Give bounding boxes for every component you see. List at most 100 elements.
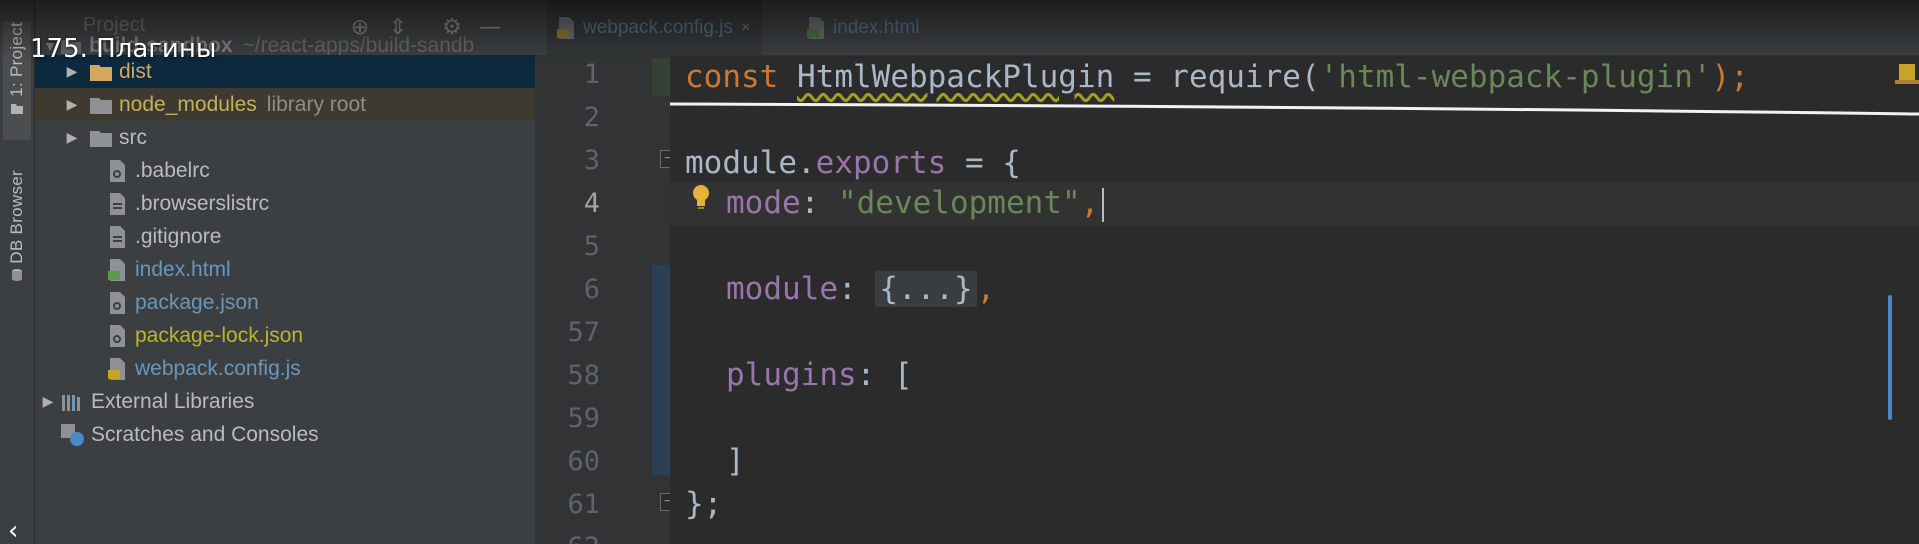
json-file-icon (105, 324, 129, 348)
line-number: 60 (567, 446, 600, 477)
line-number: 5 (583, 231, 600, 262)
expand-arrow-icon[interactable]: ▶ (39, 393, 57, 410)
js-file-icon (557, 16, 574, 39)
property-token: mode (726, 185, 801, 221)
db-browser-tool-tab[interactable]: DB Browser (3, 170, 31, 310)
project-panel: Project ⊕ ⇕ ⚙ — ▼ build-sandbox ~/react-… (35, 0, 535, 544)
code-line-1: const HtmlWebpackPlugin = require('html-… (685, 56, 1749, 99)
function-token: require (1170, 59, 1301, 95)
vcs-change-marker[interactable] (652, 265, 670, 475)
folder-icon (89, 126, 113, 150)
text-file-icon (105, 225, 129, 249)
folded-region[interactable]: {...} (875, 271, 977, 307)
tree-item-gitignore[interactable]: .gitignore (35, 220, 535, 253)
tree-item-label: package.json (135, 290, 259, 314)
closing-token: }; (685, 486, 723, 522)
html-file-icon (807, 16, 824, 39)
paren-token: ); (1711, 59, 1749, 95)
expand-arrow-icon[interactable]: ▶ (63, 63, 81, 80)
config-file-icon (105, 159, 129, 183)
tree-item-label: package-lock.json (135, 323, 304, 347)
db-browser-tab-label: DB Browser (7, 170, 26, 264)
project-tree: ▼ build-sandbox ~/react-apps/build-sandb… (35, 34, 535, 451)
vcs-change-marker[interactable] (652, 58, 670, 96)
string-token: 'html-webpack-plugin' (1319, 59, 1712, 95)
json-file-icon (105, 291, 129, 315)
keyword-token: const (685, 59, 779, 95)
ide-window: 1: Project DB Browser Project ⊕ ⇕ ⚙ — ▼ (0, 0, 1919, 544)
text-file-icon (105, 192, 129, 216)
line-number: 2 (583, 102, 600, 133)
video-title: 175. Плагины (30, 34, 217, 64)
code-line-3: module.exports = { (685, 142, 1021, 185)
annotation-stroke (670, 102, 1919, 116)
tree-item-label: .babelrc (135, 158, 210, 182)
string-token: "development" (837, 185, 1081, 221)
html-file-icon (105, 258, 129, 282)
js-file-icon (105, 357, 129, 381)
tree-item-label: External Libraries (91, 389, 255, 413)
line-number: 61 (567, 489, 600, 520)
tree-item-package-json[interactable]: package.json (35, 286, 535, 319)
colon-token: : (800, 185, 838, 221)
colon-token: : (837, 271, 876, 307)
identifier-token: module (685, 145, 797, 181)
tree-item-label: node_modules (119, 92, 257, 116)
property-token: plugins (726, 357, 857, 393)
project-tool-tab[interactable]: 1: Project (3, 22, 31, 140)
operator-token: = (1114, 59, 1171, 95)
property-token: exports (815, 145, 947, 181)
warning-marker-icon[interactable] (1895, 56, 1919, 86)
line-number: 6 (583, 274, 600, 305)
line-number: 62 (540, 532, 600, 544)
tree-item-index-html[interactable]: index.html (35, 253, 535, 286)
close-tab-icon[interactable]: × (741, 19, 750, 37)
operator-token: = { (946, 145, 1021, 181)
bracket-token: ] (726, 443, 745, 479)
library-icon (61, 390, 85, 414)
comma-token: , (976, 271, 996, 307)
code-line-6: module: {...}, (726, 268, 995, 311)
line-number: 59 (567, 403, 600, 434)
code-line-60: ] (726, 440, 745, 483)
expand-arrow-icon[interactable]: ▶ (63, 96, 81, 113)
library-root-hint: library root (266, 92, 366, 116)
dot-token: . (796, 145, 816, 181)
expand-arrow-icon[interactable]: ▶ (63, 129, 81, 146)
scratches-icon (61, 423, 85, 447)
line-number: 1 (583, 59, 600, 90)
tree-item-babelrc[interactable]: .babelrc (35, 154, 535, 187)
tree-item-browserslistrc[interactable]: .browserslistrc (35, 187, 535, 220)
tree-item-scratches[interactable]: Scratches and Consoles (35, 418, 535, 451)
comma-token: , (1080, 185, 1100, 221)
folder-icon (89, 93, 113, 117)
tab-webpack-config[interactable]: webpack.config.js × (547, 0, 763, 55)
tree-item-label: index.html (135, 257, 231, 281)
tree-item-src[interactable]: ▶ src (35, 121, 535, 154)
code-editor[interactable]: const HtmlWebpackPlugin = require('html-… (670, 56, 1919, 544)
identifier-token: HtmlWebpackPlugin (797, 59, 1115, 95)
tree-item-label: webpack.config.js (135, 356, 301, 380)
tree-item-package-lock-json[interactable]: package-lock.json (35, 319, 535, 352)
colon-token: : (856, 357, 894, 393)
scrollbar-thumb[interactable] (1888, 295, 1892, 420)
line-number: 58 (567, 360, 600, 391)
database-icon (12, 268, 22, 281)
lightbulb-icon[interactable] (692, 184, 710, 210)
tree-item-label: .browserslistrc (135, 191, 270, 215)
tree-item-node-modules[interactable]: ▶ node_modules library root (35, 88, 535, 121)
tool-window-strip: 1: Project DB Browser (0, 0, 35, 544)
tree-item-label: Scratches and Consoles (91, 422, 319, 446)
chevron-left-icon[interactable]: ‹ (8, 518, 18, 544)
property-token: module (726, 271, 838, 307)
code-line-61: }; (685, 483, 722, 526)
line-number: 57 (567, 317, 600, 348)
text-cursor (1102, 187, 1105, 222)
tree-item-external-libraries[interactable]: ▶ External Libraries (35, 385, 535, 418)
tab-index-html[interactable]: index.html (797, 0, 930, 55)
tab-label: index.html (833, 16, 920, 38)
tab-label: webpack.config.js (583, 16, 733, 38)
tree-item-webpack-config[interactable]: webpack.config.js (35, 352, 535, 385)
code-line-4: mode: "development", (726, 182, 1105, 225)
paren-token: ( (1300, 59, 1320, 95)
